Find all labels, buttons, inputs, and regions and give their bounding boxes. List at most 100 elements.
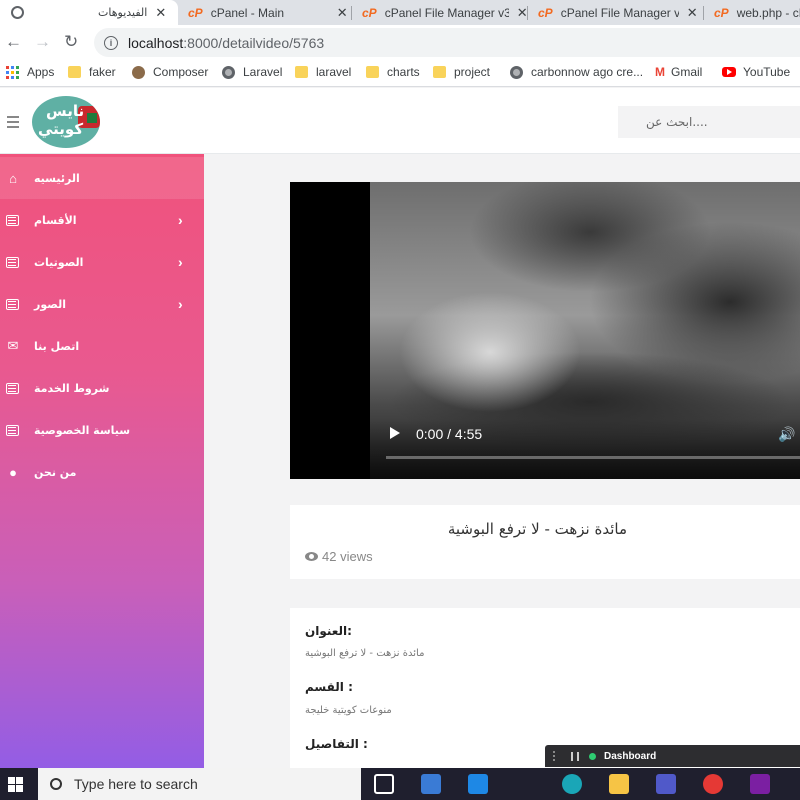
drag-handle-icon[interactable]	[553, 751, 557, 761]
dashboard-widget[interactable]: Dashboard	[545, 745, 800, 767]
list-icon	[6, 214, 19, 226]
video-title-card: مائدة نزهت - لا ترفع البوشية 42 views	[290, 505, 800, 579]
bookmark-project[interactable]: project	[433, 65, 490, 79]
eye-icon	[305, 552, 318, 561]
dashboard-label: Dashboard	[604, 750, 657, 762]
bookmark-gmail[interactable]: M Gmail	[655, 65, 702, 79]
status-dot-icon	[589, 752, 596, 760]
sidebar-item-images[interactable]: الصور ›	[0, 283, 204, 325]
task-view-icon[interactable]	[374, 774, 394, 794]
bookmark-label: carbonnow ago cre...	[531, 65, 644, 79]
folder-icon	[433, 66, 446, 78]
close-tab-icon[interactable]: ✕	[687, 5, 698, 21]
site-info-icon[interactable]: i	[104, 35, 118, 50]
edge-icon[interactable]	[562, 774, 582, 794]
video-controls	[290, 419, 800, 479]
cpanel-icon: cP	[538, 5, 553, 20]
composer-icon	[132, 65, 145, 79]
cpanel-icon: cP	[714, 5, 729, 20]
tab-cpanel-file-manager-2[interactable]: cP cPanel File Manager v3 ✕	[528, 0, 704, 25]
sidebar-item-label: من نحن	[34, 465, 77, 479]
play-icon[interactable]	[390, 427, 400, 439]
sidebar-item-label: الصوتيات	[34, 255, 84, 269]
hamburger-menu-icon[interactable]	[7, 116, 19, 131]
teams-icon[interactable]	[656, 774, 676, 794]
address-host: localhost	[128, 34, 184, 51]
gmail-icon: M	[655, 65, 665, 79]
bookmark-composer[interactable]: Composer	[132, 65, 208, 79]
bookmark-faker[interactable]: faker	[68, 65, 116, 79]
phpstorm-icon[interactable]	[750, 774, 770, 794]
chevron-right-icon: ›	[178, 254, 183, 270]
sidebar-item-label: الرئيسيه	[34, 171, 80, 185]
bookmark-label: Laravel	[243, 65, 283, 79]
sidebar-item-terms[interactable]: شروط الخدمة	[0, 367, 204, 409]
forward-arrow-icon[interactable]: →	[34, 32, 51, 52]
tab-web-php[interactable]: cP web.php - cP	[704, 0, 800, 25]
bookmark-youtube[interactable]: YouTube	[722, 65, 790, 79]
tab-cpanel-main[interactable]: cP cPanel - Main ✕	[178, 0, 352, 25]
sidebar-item-home[interactable]: ⌂ الرئيسيه	[0, 157, 204, 199]
views-label: 42 views	[322, 549, 373, 564]
close-tab-icon[interactable]: ✕	[337, 5, 348, 21]
address-bar[interactable]: i localhost:8000/detailvideo/5763	[94, 28, 800, 57]
cpanel-icon: cP	[188, 5, 203, 20]
taskbar-search-placeholder: Type here to search	[74, 776, 198, 792]
apps-grid-icon	[6, 65, 19, 79]
windows-start-icon[interactable]	[8, 777, 23, 792]
globe-icon	[11, 6, 24, 19]
sidebar-item-contact[interactable]: ✉ اتصل بنا	[0, 325, 204, 367]
app-icon[interactable]	[703, 774, 723, 794]
detail-category-label: القسم :	[305, 680, 353, 694]
bookmark-label: faker	[89, 65, 116, 79]
close-tab-icon[interactable]: ✕	[517, 5, 528, 21]
pause-icon[interactable]	[571, 751, 579, 761]
tab-cpanel-file-manager-1[interactable]: cP cPanel File Manager v3 ✕	[352, 0, 528, 25]
globe-icon	[510, 65, 523, 79]
reload-icon[interactable]: ↻	[64, 32, 78, 52]
back-arrow-icon[interactable]: ←	[5, 32, 22, 52]
sidebar-item-label: الصور	[34, 297, 66, 311]
taskbar-search-input[interactable]: Type here to search	[38, 768, 361, 800]
envelope-icon: ✉	[7, 338, 19, 353]
sidebar-item-audio[interactable]: الصوتيات ›	[0, 241, 204, 283]
video-player[interactable]: 0:00 / 4:55 🔊	[290, 182, 800, 479]
mail-icon[interactable]	[468, 774, 488, 794]
bookmark-laravel[interactable]: Laravel	[222, 65, 282, 79]
bookmark-label: YouTube	[743, 65, 791, 79]
detail-category-value: منوعات كويتية خليجة	[305, 705, 392, 716]
tab-videos[interactable]: الفيديوهات ✕	[0, 0, 178, 25]
tab-label: cPanel - Main	[210, 5, 285, 20]
sidebar-item-sections[interactable]: الأقسام ›	[0, 199, 204, 241]
search-input[interactable]: ابحث عن....	[618, 106, 800, 138]
video-progress-bar[interactable]	[386, 456, 800, 459]
file-explorer-icon[interactable]	[609, 774, 629, 794]
folder-icon	[68, 66, 81, 78]
bookmark-laravel-folder[interactable]: laravel	[295, 65, 351, 79]
logo-text: نايس	[46, 102, 85, 120]
sidebar-item-label: اتصل بنا	[34, 339, 80, 353]
detail-description-label: التفاصيل :	[305, 737, 368, 751]
sidebar-item-about[interactable]: ● من نحن	[0, 451, 204, 493]
close-tab-icon[interactable]: ✕	[155, 5, 166, 21]
list-icon	[6, 424, 19, 436]
store-icon[interactable]	[421, 774, 441, 794]
bookmark-carbonnow[interactable]: carbonnow ago cre...	[510, 65, 643, 79]
sidebar-item-privacy[interactable]: سياسة الخصوصية	[0, 409, 204, 451]
bookmarks-bar: Apps faker Composer Laravel laravel char…	[0, 60, 800, 87]
bookmark-label: laravel	[316, 65, 352, 79]
bookmark-label: Gmail	[671, 65, 703, 79]
list-icon	[6, 298, 19, 310]
volume-icon[interactable]: 🔊	[778, 426, 795, 443]
bookmark-charts[interactable]: charts	[366, 65, 420, 79]
site-logo[interactable]: نايس كويتي	[32, 96, 100, 148]
bookmark-apps[interactable]: Apps	[6, 65, 54, 79]
bookmark-label: project	[454, 65, 491, 79]
folder-icon	[295, 66, 308, 78]
sidebar-item-label: شروط الخدمة	[34, 381, 110, 395]
user-icon: ●	[9, 464, 17, 480]
bookmark-label: Composer	[153, 65, 209, 79]
video-details-card: العنوان: مائدة نزهت - لا ترفع البوشية ال…	[290, 608, 800, 768]
detail-title-value: مائدة نزهت - لا ترفع البوشية	[305, 648, 425, 659]
tab-label: الفيديوهات	[98, 6, 148, 19]
